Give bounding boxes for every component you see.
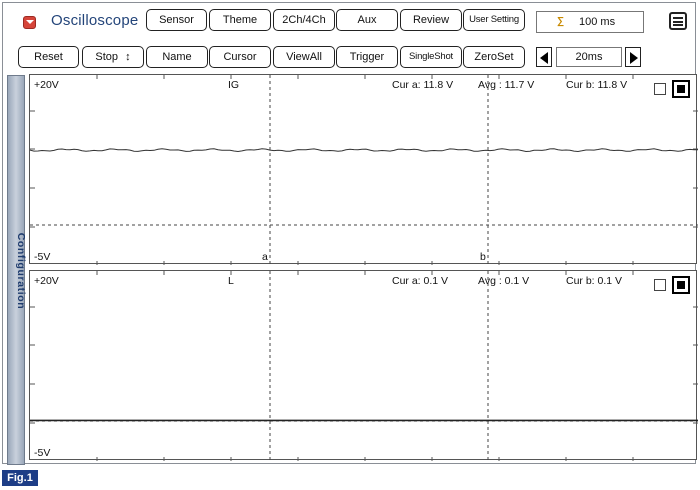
waveform-plot-l	[30, 271, 698, 461]
cursor-b-readout: Cur b: 11.8 V	[566, 79, 628, 91]
channel-checkbox[interactable]	[654, 83, 666, 95]
trigger-button[interactable]: Trigger	[336, 46, 398, 68]
channel-checkbox[interactable]	[654, 279, 666, 291]
top-toolbar: Oscilloscope Sensor Theme 2Ch/4Ch Aux Re…	[3, 3, 697, 37]
cursor-a-readout: Cur a: 11.8 V	[392, 79, 454, 91]
configuration-sidebar[interactable]: Configuration	[7, 75, 27, 465]
figure-label: Fig.1	[2, 470, 38, 486]
reset-button[interactable]: Reset	[18, 46, 79, 68]
channel-stop-icon[interactable]	[672, 276, 690, 294]
average-readout: Avg : 11.7 V	[478, 79, 535, 91]
aux-button[interactable]: Aux	[336, 9, 398, 31]
timebase-field[interactable]: ∑ 100 ms	[536, 11, 644, 33]
scale-min: -5V	[34, 447, 51, 459]
app-title: Oscilloscope	[51, 12, 139, 29]
channel-name: IG	[228, 79, 240, 91]
name-button[interactable]: Name	[146, 46, 208, 68]
control-toolbar: Reset Stop ↕ Name Cursor ViewAll Trigger…	[3, 43, 697, 71]
cursor-b-readout: Cur b: 0.1 V	[566, 275, 623, 287]
stop-button[interactable]: Stop ↕	[82, 46, 144, 68]
step-value[interactable]: 20ms	[556, 47, 622, 67]
channel-panel-l: +20V L Cur a: 0.1 V Avg : 0.1 V Cur b: 0…	[29, 270, 698, 461]
stop-label: Stop	[95, 51, 119, 63]
zeroset-button[interactable]: ZeroSet	[463, 46, 525, 68]
scale-max: +20V	[34, 275, 59, 287]
sensor-button[interactable]: Sensor	[146, 9, 207, 31]
dropdown-icon[interactable]	[23, 16, 36, 29]
scale-max: +20V	[34, 79, 59, 91]
step-right-icon[interactable]	[625, 47, 641, 67]
scale-min: -5V	[34, 251, 51, 263]
user-setting-button[interactable]: User Setting	[463, 9, 525, 31]
select-arrows-icon: ↕	[125, 51, 131, 63]
sidebar-label: Configuration	[15, 232, 27, 310]
step-left-icon[interactable]	[536, 47, 552, 67]
timebase-icon: ∑	[557, 16, 565, 27]
timebase-value: 100 ms	[579, 16, 616, 28]
theme-button[interactable]: Theme	[209, 9, 271, 31]
cursor-a-readout: Cur a: 0.1 V	[392, 275, 449, 287]
singleshot-button[interactable]: SingleShot	[400, 46, 462, 68]
channel-mode-button[interactable]: 2Ch/4Ch	[273, 9, 335, 31]
review-button[interactable]: Review	[400, 9, 462, 31]
cursor-a-marker[interactable]: a	[262, 251, 268, 263]
channel-panel-ig: +20V IG Cur a: 11.8 V Avg : 11.7 V Cur b…	[29, 74, 698, 265]
cursor-b-marker[interactable]: b	[480, 251, 486, 263]
average-readout: Avg : 0.1 V	[478, 275, 530, 287]
waveform-trace-ig	[30, 148, 698, 153]
viewall-button[interactable]: ViewAll	[273, 46, 335, 68]
oscilloscope-window: Oscilloscope Sensor Theme 2Ch/4Ch Aux Re…	[2, 2, 698, 465]
waveform-plot-ig	[30, 75, 698, 265]
channel-stop-icon[interactable]	[672, 80, 690, 98]
cursor-button[interactable]: Cursor	[209, 46, 271, 68]
channel-name: L	[228, 275, 234, 287]
menu-icon[interactable]	[669, 12, 687, 30]
